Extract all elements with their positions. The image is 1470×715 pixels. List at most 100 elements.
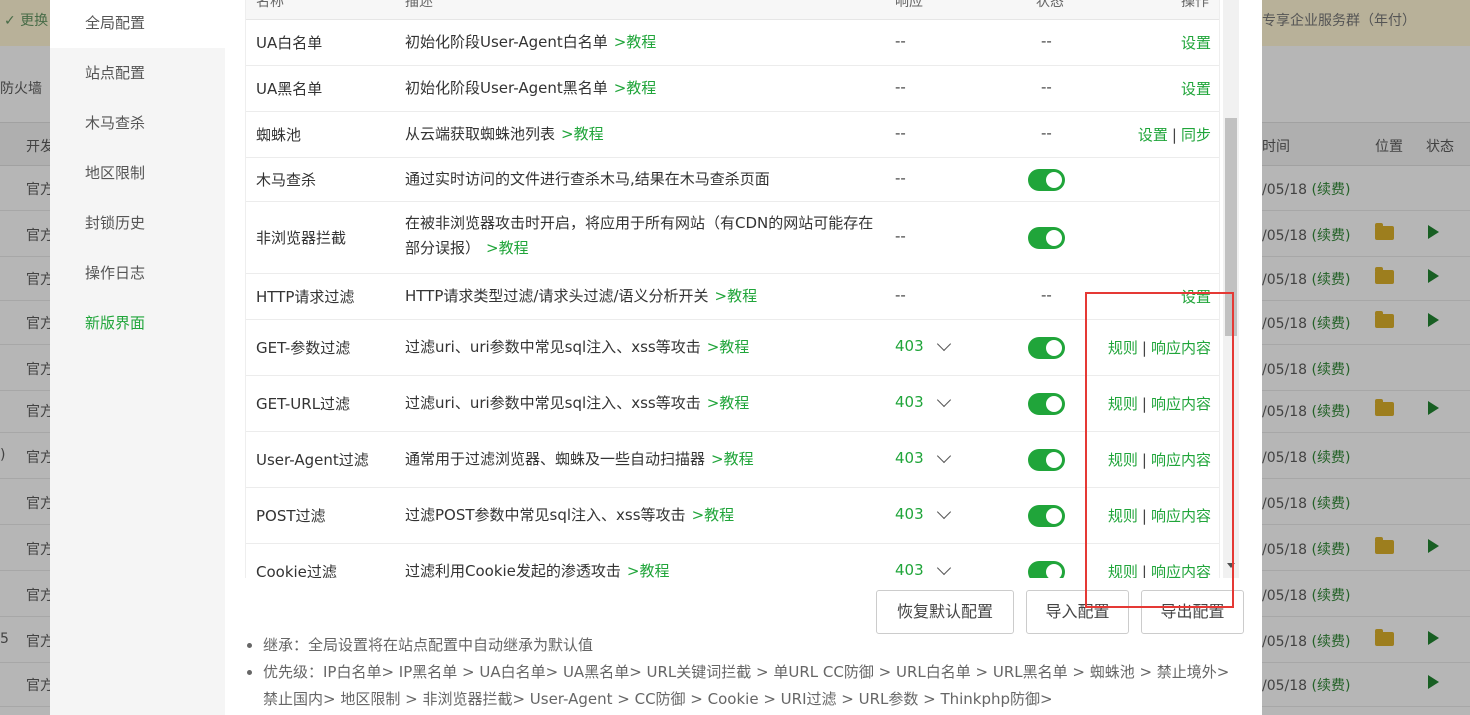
tutorial-link[interactable]: >教程 — [707, 338, 750, 356]
note-priority: 优先级：IP白名单> IP黑名单 > UA白名单> UA黑名单> URL关键词拦… — [245, 659, 1235, 713]
chevron-down-icon[interactable] — [936, 448, 952, 464]
rule-name: 木马查杀 — [256, 171, 317, 189]
ops-separator: | — [1171, 126, 1177, 144]
notes-list: 继承：全局设置将在站点配置中自动继承为默认值 优先级：IP白名单> IP黑名单 … — [245, 632, 1235, 713]
ops-separator: | — [1141, 451, 1147, 469]
tutorial-link[interactable]: >教程 — [486, 239, 529, 257]
rule-description: 在被非浏览器攻击时开启，将应用于所有网站（有CDN的网站可能存在部分误报） >教程 — [405, 211, 875, 261]
rule-description-text: 在被非浏览器攻击时开启，将应用于所有网站（有CDN的网站可能存在部分误报） — [405, 214, 874, 257]
rule-description: 过滤uri、uri参数中常见sql注入、xss等攻击 >教程 — [405, 391, 875, 416]
rule-switch-placeholder: -- — [1041, 124, 1052, 142]
response-content-link[interactable]: 响应内容 — [1151, 507, 1211, 525]
ops-separator: | — [1141, 339, 1147, 357]
tutorial-link[interactable]: >教程 — [561, 125, 604, 143]
response-code: -- — [895, 78, 906, 96]
response-content-link[interactable]: 响应内容 — [1151, 563, 1211, 578]
rule-row-get-param-filter: GET-参数过滤 过滤uri、uri参数中常见sql注入、xss等攻击 >教程 403… — [246, 320, 1219, 376]
tutorial-link[interactable]: >教程 — [692, 506, 735, 524]
rule-description-text: 通过实时访问的文件进行查杀木马,结果在木马查杀页面 — [405, 170, 770, 188]
settings-link[interactable]: 设置 — [1138, 126, 1168, 144]
response-code-select[interactable]: 403 — [895, 505, 924, 523]
sidebar-item-site-config[interactable]: 站点配置 — [50, 48, 225, 98]
response-code-select[interactable]: 403 — [895, 393, 924, 411]
rule-name: UA黑名单 — [256, 80, 323, 98]
tutorial-link[interactable]: >教程 — [614, 79, 657, 97]
sidebar-item-region-limit[interactable]: 地区限制 — [50, 148, 225, 198]
settings-link[interactable]: 设置 — [1181, 80, 1211, 98]
chevron-down-icon[interactable] — [936, 504, 952, 520]
rules-link[interactable]: 规则 — [1108, 395, 1138, 413]
scroll-down-arrow-icon[interactable] — [1227, 563, 1235, 568]
rules-link[interactable]: 规则 — [1108, 451, 1138, 469]
rule-row-cookie-filter: Cookie过滤 过滤利用Cookie发起的渗透攻击 >教程 403 规则 | 响应内容 — [246, 544, 1219, 578]
firewall-settings-dialog: 全局配置 站点配置 木马查杀 地区限制 封锁历史 操作日志 新版界面 名称 描述… — [50, 0, 1262, 715]
ops-separator: | — [1141, 507, 1147, 525]
response-content-link[interactable]: 响应内容 — [1151, 339, 1211, 357]
rules-table: 名称 描述 响应 状态 操作 UA白名单 初始化阶段User-Agent白名单 >教… — [245, 0, 1220, 578]
response-content-link[interactable]: 响应内容 — [1151, 395, 1211, 413]
rule-description: 过滤uri、uri参数中常见sql注入、xss等攻击 >教程 — [405, 335, 875, 360]
rule-description: 初始化阶段User-Agent黑名单 >教程 — [405, 76, 875, 101]
rule-description: 从云端获取蜘蛛池列表 >教程 — [405, 122, 875, 147]
rule-row-trojan-scan: 木马查杀 通过实时访问的文件进行查杀木马,结果在木马查杀页面 -- — [246, 158, 1219, 202]
response-code: -- — [895, 286, 906, 304]
sync-link[interactable]: 同步 — [1181, 126, 1211, 144]
rule-name: User-Agent过滤 — [256, 451, 369, 469]
rule-description-text: 过滤uri、uri参数中常见sql注入、xss等攻击 — [405, 394, 701, 412]
dialog-main: 名称 描述 响应 状态 操作 UA白名单 初始化阶段User-Agent白名单 >教… — [225, 0, 1262, 715]
rule-operations: 规则 | 响应内容 — [1108, 561, 1211, 578]
tutorial-link[interactable]: >教程 — [711, 450, 754, 468]
rule-description-text: HTTP请求类型过滤/请求头过滤/语义分析开关 — [405, 287, 709, 305]
header-status: 状态 — [1036, 0, 1064, 10]
rules-link[interactable]: 规则 — [1108, 339, 1138, 357]
sidebar-item-operation-log[interactable]: 操作日志 — [50, 248, 225, 298]
scrollbar-thumb[interactable] — [1225, 118, 1237, 336]
sidebar-item-global-config[interactable]: 全局配置 — [50, 0, 225, 48]
rule-description-text: 过滤POST参数中常见sql注入、xss等攻击 — [405, 506, 686, 524]
table-scrollbar[interactable] — [1223, 0, 1239, 578]
sidebar-item-block-history[interactable]: 封锁历史 — [50, 198, 225, 248]
sidebar-item-trojan-scan[interactable]: 木马查杀 — [50, 98, 225, 148]
tutorial-link[interactable]: >教程 — [715, 287, 758, 305]
rule-description-text: 过滤uri、uri参数中常见sql注入、xss等攻击 — [405, 338, 701, 356]
settings-link[interactable]: 设置 — [1181, 34, 1211, 52]
rule-description-text: 初始化阶段User-Agent白名单 — [405, 33, 608, 51]
rule-name: 非浏览器拦截 — [256, 229, 347, 247]
response-code-select[interactable]: 403 — [895, 449, 924, 467]
rule-toggle-switch[interactable] — [1028, 169, 1065, 191]
rule-toggle-switch[interactable] — [1028, 227, 1065, 249]
response-code-select[interactable]: 403 — [895, 561, 924, 578]
restore-default-button[interactable]: 恢复默认配置 — [876, 590, 1014, 634]
rule-operations: 规则 | 响应内容 — [1108, 505, 1211, 526]
rule-operations: 规则 | 响应内容 — [1108, 337, 1211, 358]
rules-link[interactable]: 规则 — [1108, 507, 1138, 525]
rules-link[interactable]: 规则 — [1108, 563, 1138, 578]
settings-link[interactable]: 设置 — [1181, 288, 1211, 306]
rule-toggle-switch[interactable] — [1028, 337, 1065, 359]
tutorial-link[interactable]: >教程 — [627, 562, 670, 578]
chevron-down-icon[interactable] — [936, 560, 952, 576]
rule-row-get-url-filter: GET-URL过滤 过滤uri、uri参数中常见sql注入、xss等攻击 >教程 40… — [246, 376, 1219, 432]
rule-toggle-switch[interactable] — [1028, 449, 1065, 471]
chevron-down-icon[interactable] — [936, 392, 952, 408]
rule-name: GET-URL过滤 — [256, 395, 351, 413]
rules-table-header: 名称 描述 响应 状态 操作 — [246, 0, 1219, 20]
response-code-select[interactable]: 403 — [895, 337, 924, 355]
import-config-button[interactable]: 导入配置 — [1026, 590, 1129, 634]
chevron-down-icon[interactable] — [936, 336, 952, 352]
rule-toggle-switch[interactable] — [1028, 393, 1065, 415]
tutorial-link[interactable]: >教程 — [707, 394, 750, 412]
tutorial-link[interactable]: >教程 — [614, 33, 657, 51]
rule-toggle-switch[interactable] — [1028, 505, 1065, 527]
rule-row-post-filter: POST过滤 过滤POST参数中常见sql注入、xss等攻击 >教程 403 规则 | 响应… — [246, 488, 1219, 544]
rule-operations: 设置 | 同步 — [1138, 124, 1211, 145]
export-config-button[interactable]: 导出配置 — [1141, 590, 1244, 634]
rule-operations: 规则 | 响应内容 — [1108, 393, 1211, 414]
rule-description: 通过实时访问的文件进行查杀木马,结果在木马查杀页面 — [405, 167, 875, 192]
rule-description-text: 从云端获取蜘蛛池列表 — [405, 125, 556, 143]
rule-description: 初始化阶段User-Agent白名单 >教程 — [405, 30, 875, 55]
response-content-link[interactable]: 响应内容 — [1151, 451, 1211, 469]
rule-toggle-switch[interactable] — [1028, 561, 1065, 578]
sidebar-item-new-ui[interactable]: 新版界面 — [50, 298, 225, 348]
rule-switch-placeholder: -- — [1041, 32, 1052, 50]
